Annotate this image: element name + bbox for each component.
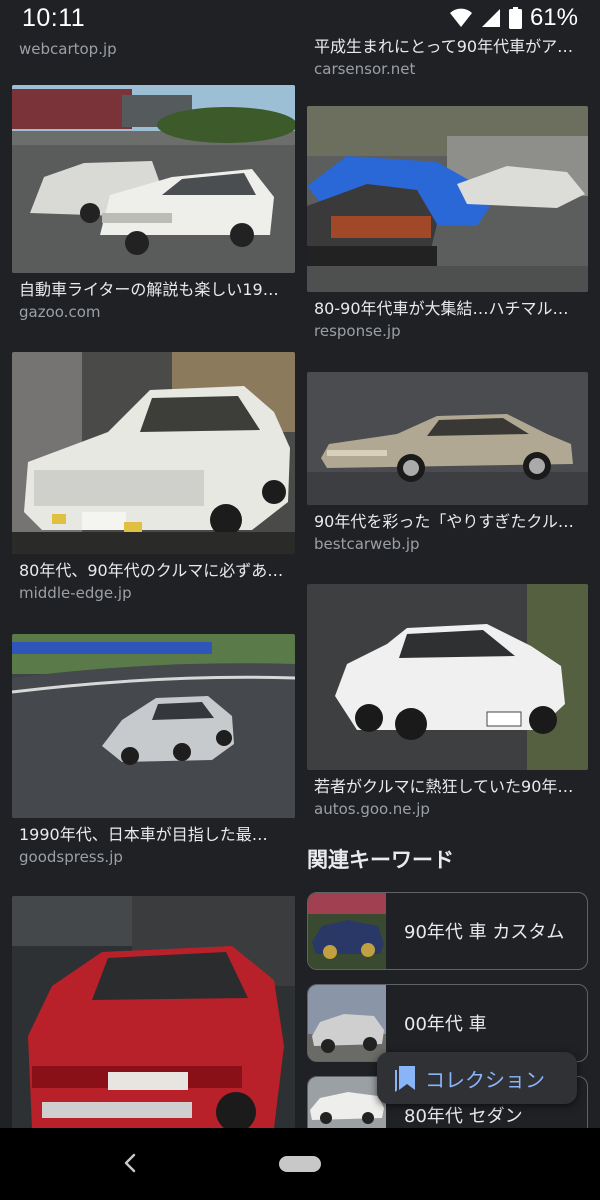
image-result[interactable]: 若者がクルマに熱狂していた90年… autos.goo.ne.jp xyxy=(307,584,588,820)
result-domain: webcartop.jp xyxy=(19,40,117,58)
home-pill-icon[interactable] xyxy=(279,1156,321,1172)
related-keyword-card[interactable]: 00年代 車 xyxy=(307,984,588,1062)
status-time: 10:11 xyxy=(22,3,86,32)
result-title: 自動車ライターの解説も楽しい19… xyxy=(19,280,279,299)
image-result[interactable]: 平成生まれにとって90年代車がア… carsensor.net xyxy=(307,36,588,80)
result-domain: goodspress.jp xyxy=(19,848,123,866)
related-keyword-card[interactable]: 90年代 車 カスタム xyxy=(307,892,588,970)
result-thumbnail[interactable] xyxy=(307,106,588,292)
image-result[interactable]: 1990年代、日本車が目指した最… goodspress.jp xyxy=(12,634,295,868)
collection-button[interactable]: コレクション xyxy=(377,1052,577,1104)
result-thumbnail[interactable] xyxy=(307,372,588,505)
result-title: 80年代、90年代のクルマに必ずあ… xyxy=(19,561,284,580)
result-thumbnail[interactable] xyxy=(307,584,588,770)
result-thumbnail[interactable] xyxy=(12,896,295,1128)
status-bar: 10:11 61% xyxy=(0,0,600,36)
status-icons: 61% xyxy=(449,4,578,32)
system-navigation-bar xyxy=(0,1128,600,1200)
result-thumbnail[interactable] xyxy=(12,85,295,273)
keyword-label: 00年代 車 xyxy=(404,1014,487,1035)
result-domain: bestcarweb.jp xyxy=(314,535,420,553)
image-result[interactable]: webcartop.jp xyxy=(12,38,295,60)
result-title: 1990年代、日本車が目指した最… xyxy=(19,825,268,844)
keyword-label: 80年代 セダン xyxy=(404,1106,523,1127)
image-result[interactable]: 90年代を彩った「やりすぎたクル… bestcarweb.jp xyxy=(307,372,588,555)
result-domain: gazoo.com xyxy=(19,303,101,321)
wifi-icon xyxy=(449,8,472,27)
result-title: 90年代を彩った「やりすぎたクル… xyxy=(314,512,574,531)
result-domain: autos.goo.ne.jp xyxy=(314,800,430,818)
keyword-label: 90年代 車 カスタム xyxy=(404,922,565,943)
image-result[interactable]: 自動車ライターの解説も楽しい19… gazoo.com xyxy=(12,85,295,323)
keyword-thumbnail xyxy=(308,985,386,1061)
result-domain: response.jp xyxy=(314,322,401,340)
back-icon[interactable] xyxy=(118,1150,144,1176)
result-thumbnail[interactable] xyxy=(12,352,295,554)
results-grid: webcartop.jp 自動車ライターの解説も楽しい19… gazoo.com… xyxy=(0,36,600,1128)
result-title: 平成生まれにとって90年代車がア… xyxy=(314,37,574,56)
result-title: 若者がクルマに熱狂していた90年… xyxy=(314,777,574,796)
image-result[interactable] xyxy=(12,896,295,1128)
cellular-signal-icon xyxy=(481,9,500,27)
battery-percent: 61% xyxy=(529,4,578,31)
result-domain: middle-edge.jp xyxy=(19,584,132,602)
collection-label: コレクション xyxy=(425,1067,545,1092)
keyword-thumbnail xyxy=(308,1077,386,1128)
image-result[interactable]: 80-90年代車が大集結…ハチマル… response.jp xyxy=(307,106,588,342)
related-keywords-heading: 関連キーワード xyxy=(307,848,454,872)
battery-icon xyxy=(508,7,522,29)
image-result[interactable]: 80年代、90年代のクルマに必ずあ… middle-edge.jp xyxy=(12,352,295,604)
result-domain: carsensor.net xyxy=(314,60,416,78)
collection-icon xyxy=(395,1066,415,1092)
result-title: 80-90年代車が大集結…ハチマル… xyxy=(314,299,569,318)
keyword-thumbnail xyxy=(308,893,386,969)
result-thumbnail[interactable] xyxy=(12,634,295,818)
